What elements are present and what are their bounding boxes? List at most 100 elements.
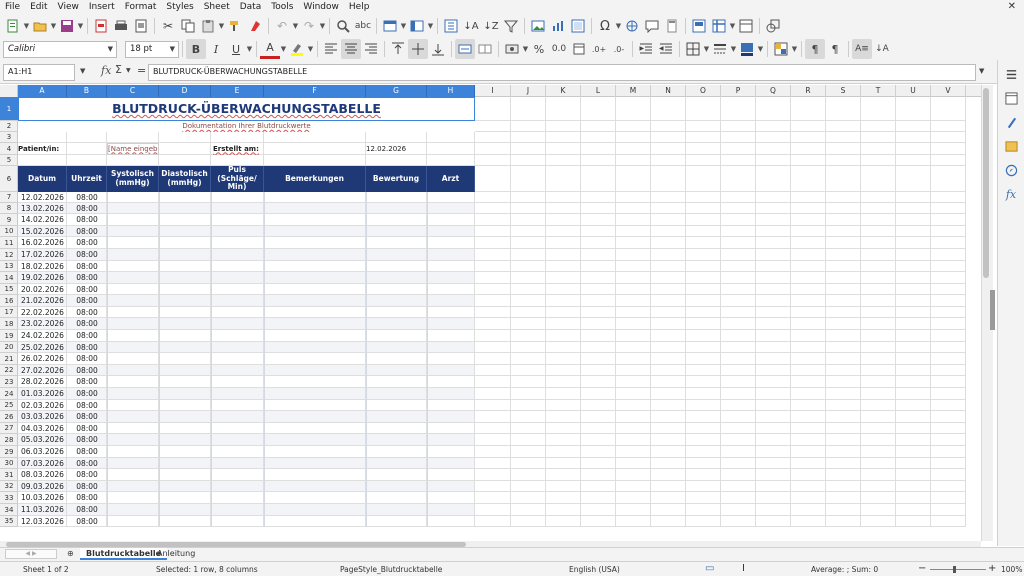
time-cell[interactable]: 08:00 xyxy=(67,458,107,469)
chevron-down-icon[interactable]: ▼ xyxy=(77,22,84,30)
row-header-28[interactable]: 28 xyxy=(0,434,18,446)
sheet-tab-anleitung[interactable]: Anleitung xyxy=(151,548,201,560)
date-cell[interactable]: 09.03.2026 xyxy=(18,481,67,492)
currency-format-icon[interactable] xyxy=(502,39,522,59)
time-cell[interactable]: 08:00 xyxy=(67,504,107,516)
date-cell[interactable]: 11.03.2026 xyxy=(18,504,67,516)
redo-icon[interactable]: ↷ xyxy=(299,16,319,36)
time-cell[interactable]: 08:00 xyxy=(67,423,107,434)
function-wizard-icon[interactable]: fx xyxy=(101,64,111,77)
time-cell[interactable]: 08:00 xyxy=(67,469,107,481)
column-header-o[interactable]: O xyxy=(686,85,721,97)
date-cell[interactable]: 05.03.2026 xyxy=(18,434,67,446)
chevron-down-icon[interactable]: ▼ xyxy=(23,22,30,30)
row-header-18[interactable]: 18 xyxy=(0,318,18,330)
date-cell[interactable]: 06.03.2026 xyxy=(18,446,67,458)
column-header-l[interactable]: L xyxy=(581,85,616,97)
row-header-27[interactable]: 27 xyxy=(0,423,18,434)
row-header-22[interactable]: 22 xyxy=(0,365,18,376)
insert-chart-icon[interactable] xyxy=(548,16,568,36)
time-cell[interactable]: 08:00 xyxy=(67,411,107,423)
date-cell[interactable]: 02.03.2026 xyxy=(18,400,67,411)
chevron-down-icon[interactable]: ▼ xyxy=(126,67,131,74)
date-cell[interactable]: 08.03.2026 xyxy=(18,469,67,481)
subtitle-cell[interactable]: Dokumentation Ihrer Blutdruckwerte xyxy=(18,121,475,132)
close-document-icon[interactable]: ✕ xyxy=(1008,1,1016,12)
row-header-19[interactable]: 19 xyxy=(0,330,18,342)
menu-item-file[interactable]: File xyxy=(0,0,25,14)
clear-formatting-icon[interactable] xyxy=(245,16,265,36)
gallery-icon[interactable] xyxy=(1003,138,1019,154)
date-cell[interactable]: 01.03.2026 xyxy=(18,388,67,400)
styles-icon[interactable] xyxy=(1003,114,1019,130)
column-header-r[interactable]: R xyxy=(791,85,826,97)
zoom-slider-handle[interactable] xyxy=(953,566,956,573)
time-cell[interactable]: 08:00 xyxy=(67,226,107,237)
print-icon[interactable] xyxy=(111,16,131,36)
column-header-n[interactable]: N xyxy=(651,85,686,97)
text-orientation-horizontal-icon[interactable]: A≡ xyxy=(852,39,872,59)
time-cell[interactable]: 08:00 xyxy=(67,342,107,353)
show-draw-functions-icon[interactable] xyxy=(763,16,783,36)
select-all-corner[interactable] xyxy=(0,85,18,97)
chevron-down-icon[interactable]: ▼ xyxy=(246,45,253,53)
chevron-down-icon[interactable]: ▼ xyxy=(280,45,287,53)
row-header-15[interactable]: 15 xyxy=(0,284,18,295)
row-header-6[interactable]: 6 xyxy=(0,166,18,192)
formula-icon[interactable]: = xyxy=(137,64,146,77)
column-header-e[interactable]: E xyxy=(211,85,264,97)
chevron-down-icon[interactable]: ▼ xyxy=(615,22,622,30)
time-cell[interactable]: 08:00 xyxy=(67,365,107,376)
date-cell[interactable]: 23.02.2026 xyxy=(18,318,67,330)
conditional-format-icon[interactable] xyxy=(771,39,791,59)
table-header-8[interactable]: Arzt xyxy=(427,166,475,192)
column-header-j[interactable]: J xyxy=(511,85,546,97)
column-header-u[interactable]: U xyxy=(896,85,931,97)
column-icon[interactable] xyxy=(407,16,427,36)
menu-item-insert[interactable]: Insert xyxy=(84,0,120,14)
column-header-b[interactable]: B xyxy=(67,85,107,97)
time-cell[interactable]: 08:00 xyxy=(67,261,107,272)
column-header-k[interactable]: K xyxy=(546,85,581,97)
hyperlink-icon[interactable] xyxy=(622,16,642,36)
date-cell[interactable]: 03.03.2026 xyxy=(18,411,67,423)
table-header-1[interactable]: Datum xyxy=(18,166,67,192)
date-cell[interactable]: 13.02.2026 xyxy=(18,203,67,214)
date-cell[interactable]: 27.02.2026 xyxy=(18,365,67,376)
border-style-icon[interactable] xyxy=(710,39,730,59)
row-header-16[interactable]: 16 xyxy=(0,295,18,307)
right-to-left-icon[interactable]: ¶ xyxy=(825,39,845,59)
add-sheet-icon[interactable]: ⊕ xyxy=(67,549,74,558)
delete-decimal-icon[interactable]: .0- xyxy=(609,39,629,59)
table-header-2[interactable]: Uhrzeit xyxy=(67,166,107,192)
row-header-5[interactable]: 5 xyxy=(0,155,18,166)
row-header-33[interactable]: 33 xyxy=(0,492,18,504)
time-cell[interactable]: 08:00 xyxy=(67,434,107,446)
menu-item-styles[interactable]: Styles xyxy=(161,0,198,14)
date-cell[interactable]: 25.02.2026 xyxy=(18,342,67,353)
align-bottom-icon[interactable] xyxy=(428,39,448,59)
menu-item-tools[interactable]: Tools xyxy=(266,0,298,14)
row-header-17[interactable]: 17 xyxy=(0,307,18,318)
column-header-a[interactable]: A xyxy=(18,85,67,97)
date-cell[interactable]: 16.02.2026 xyxy=(18,237,67,249)
clone-formatting-icon[interactable] xyxy=(225,16,245,36)
row-header-7[interactable]: 7 xyxy=(0,192,18,203)
save-icon[interactable] xyxy=(57,16,77,36)
date-format-icon[interactable] xyxy=(569,39,589,59)
increase-indent-icon[interactable] xyxy=(636,39,656,59)
time-cell[interactable]: 08:00 xyxy=(67,318,107,330)
border-color-icon[interactable] xyxy=(737,39,757,59)
time-cell[interactable]: 08:00 xyxy=(67,446,107,458)
time-cell[interactable]: 08:00 xyxy=(67,214,107,226)
row-header-14[interactable]: 14 xyxy=(0,272,18,284)
chevron-down-icon[interactable]: ▼ xyxy=(319,22,326,30)
align-left-icon[interactable] xyxy=(321,39,341,59)
center-vertically-icon[interactable] xyxy=(408,39,428,59)
sort-icon[interactable] xyxy=(441,16,461,36)
table-header-7[interactable]: Bewertung xyxy=(366,166,427,192)
chevron-down-icon[interactable]: ▼ xyxy=(292,22,299,30)
date-cell[interactable]: 14.02.2026 xyxy=(18,214,67,226)
define-print-area-icon[interactable] xyxy=(689,16,709,36)
date-cell[interactable]: 10.03.2026 xyxy=(18,492,67,504)
